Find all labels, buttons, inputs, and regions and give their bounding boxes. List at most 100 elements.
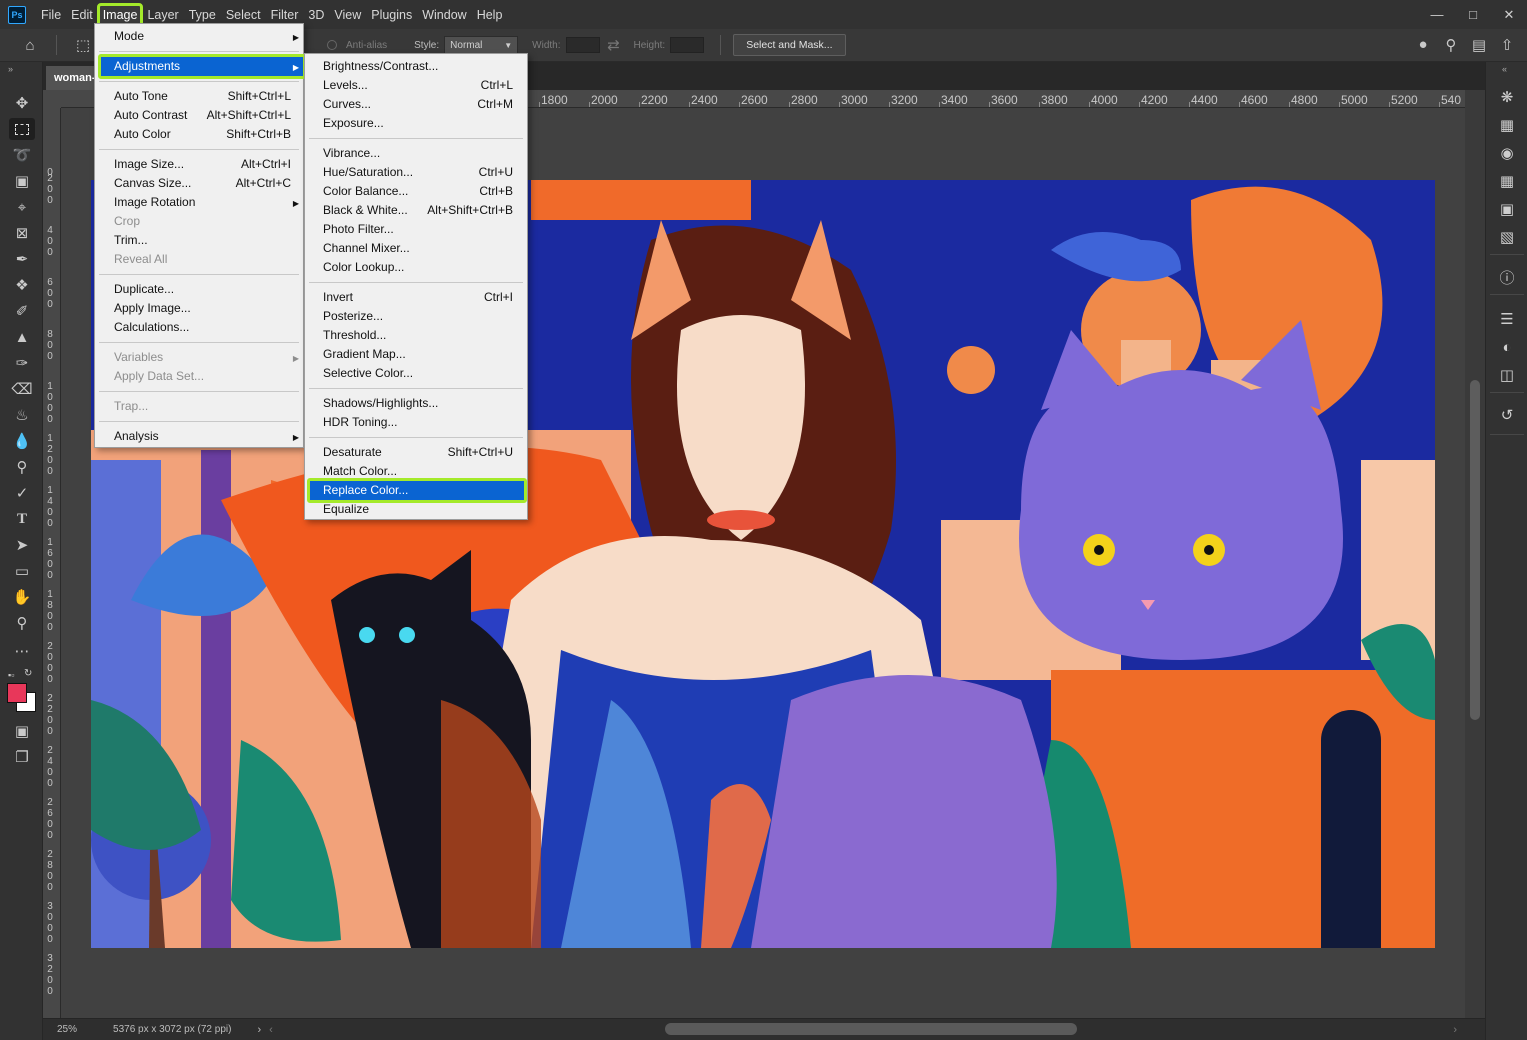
paint-bucket-tool-icon[interactable]: ♨ (9, 404, 35, 426)
menu-item-image-size[interactable]: Image Size... Alt+Ctrl+I (95, 155, 305, 174)
menu-item-brightness-contrast[interactable]: Brightness/Contrast... (305, 57, 529, 76)
scroll-right-icon[interactable]: › (1453, 1024, 1457, 1036)
search-icon[interactable]: ⚲ (1437, 36, 1465, 54)
menu-item-apply-image[interactable]: Apply Image... (95, 299, 305, 318)
select-and-mask-button[interactable]: Select and Mask... (733, 34, 846, 56)
marquee-tool-icon[interactable] (9, 118, 35, 140)
brush-tool-icon[interactable]: ✐ (9, 300, 35, 322)
menu-plugins[interactable]: Plugins (366, 4, 417, 26)
menu-item-color-balance[interactable]: Color Balance... Ctrl+B (305, 182, 529, 201)
history-brush-tool-icon[interactable]: ✑ (9, 352, 35, 374)
menu-item-levels[interactable]: Levels... Ctrl+L (305, 76, 529, 95)
eyedropper-tool-icon[interactable]: ✒ (9, 248, 35, 270)
chevron-right-icon[interactable]: › (257, 1024, 261, 1036)
menu-edit[interactable]: Edit (66, 4, 98, 26)
menu-item-replace-color[interactable]: Replace Color... (305, 481, 529, 500)
menu-item-image-rotation[interactable]: Image Rotation ▶ (95, 193, 305, 212)
menu-item-mode[interactable]: Mode ▶ (95, 27, 305, 46)
maximize-icon[interactable]: □ (1455, 4, 1491, 26)
menu-item-exposure[interactable]: Exposure... (305, 114, 529, 133)
zoom-tool-icon[interactable]: ⚲ (9, 612, 35, 634)
menu-item-hdr-toning[interactable]: HDR Toning... (305, 413, 529, 432)
menu-item-trim[interactable]: Trim... (95, 231, 305, 250)
type-tool-icon[interactable]: T (9, 508, 35, 530)
menu-item-duplicate[interactable]: Duplicate... (95, 280, 305, 299)
menu-item-photo-filter[interactable]: Photo Filter... (305, 220, 529, 239)
history-icon[interactable]: ↺ (1494, 404, 1520, 426)
layers-icon[interactable]: ◫ (1494, 364, 1520, 386)
foreground-color-swatch[interactable] (7, 683, 27, 703)
menu-item-curves[interactable]: Curves... Ctrl+M (305, 95, 529, 114)
style-select[interactable]: Normal ▼ (444, 36, 519, 54)
menu-item-threshold[interactable]: Threshold... (305, 326, 529, 345)
menu-item-analysis[interactable]: Analysis ▶ (95, 427, 305, 446)
menu-item-canvas-size[interactable]: Canvas Size... Alt+Ctrl+C (95, 174, 305, 193)
eraser-tool-icon[interactable]: ⌫ (9, 378, 35, 400)
menu-view[interactable]: View (329, 4, 366, 26)
minimize-icon[interactable]: — (1419, 4, 1455, 26)
ruler-origin[interactable] (43, 90, 61, 108)
swap-colors-icon[interactable]: ↻ (24, 668, 32, 679)
menu-item-channel-mixer[interactable]: Channel Mixer... (305, 239, 529, 258)
menu-item-shadows-highlights[interactable]: Shadows/Highlights... (305, 394, 529, 413)
adjustments-icon[interactable]: ◐ (1494, 336, 1520, 358)
menu-item-adjustments[interactable]: Adjustments ▶ (95, 57, 305, 76)
menu-window[interactable]: Window (417, 4, 471, 26)
menu-help[interactable]: Help (472, 4, 508, 26)
color-panel-icon[interactable]: ❋ (1494, 86, 1520, 108)
collapse-icon[interactable]: » (8, 64, 13, 74)
histogram-icon[interactable]: ▦ (1494, 114, 1520, 136)
swatches-icon[interactable]: ◉ (1494, 142, 1520, 164)
path-selection-tool-icon[interactable]: ➤ (9, 534, 35, 556)
lasso-tool-icon[interactable]: ➰ (9, 144, 35, 166)
frame-tool-icon[interactable]: ⊠ (9, 222, 35, 244)
menu-file[interactable]: File (36, 4, 66, 26)
menu-item-color-lookup[interactable]: Color Lookup... (305, 258, 529, 277)
menu-item-auto-color[interactable]: Auto Color Shift+Ctrl+B (95, 125, 305, 144)
menu-item-vibrance[interactable]: Vibrance... (305, 144, 529, 163)
patterns-icon[interactable]: ▦ (1494, 170, 1520, 192)
workspace-icon[interactable]: ▤ (1465, 36, 1493, 54)
height-input[interactable] (670, 37, 705, 53)
zoom-level[interactable]: 25% (57, 1024, 77, 1035)
menu-item-posterize[interactable]: Posterize... (305, 307, 529, 326)
scroll-left-icon[interactable]: ‹ (269, 1024, 273, 1036)
width-input[interactable] (565, 37, 600, 53)
rectangle-tool-icon[interactable]: ▭ (9, 560, 35, 582)
menu-item-calculations[interactable]: Calculations... (95, 318, 305, 337)
hand-tool-icon[interactable]: ✋ (9, 586, 35, 608)
vertical-scrollbar[interactable] (1465, 90, 1485, 1018)
anti-alias-checkbox[interactable] (327, 40, 337, 50)
blur-tool-icon[interactable]: 💧 (9, 430, 35, 452)
healing-brush-tool-icon[interactable]: ❖ (9, 274, 35, 296)
rectangular-marquee-icon[interactable]: ⬚ (69, 36, 97, 54)
horizontal-scrollbar-thumb[interactable] (665, 1023, 1077, 1035)
menu-3d[interactable]: 3D (303, 4, 329, 26)
menu-item-invert[interactable]: Invert Ctrl+I (305, 288, 529, 307)
pen-tool-icon[interactable]: ✓ (9, 482, 35, 504)
vertical-scrollbar-thumb[interactable] (1470, 380, 1480, 720)
user-icon[interactable]: ● (1409, 36, 1437, 54)
properties-icon[interactable]: ☰ (1494, 308, 1520, 330)
menu-item-hue-saturation[interactable]: Hue/Saturation... Ctrl+U (305, 163, 529, 182)
menu-item-desaturate[interactable]: Desaturate Shift+Ctrl+U (305, 443, 529, 462)
menu-item-equalize[interactable]: Equalize (305, 500, 529, 519)
libraries-icon[interactable]: ▧ (1494, 226, 1520, 248)
more-tools-icon[interactable]: ⋯ (9, 640, 35, 662)
menu-item-black-white[interactable]: Black & White... Alt+Shift+Ctrl+B (305, 201, 529, 220)
menu-item-selective-color[interactable]: Selective Color... (305, 364, 529, 383)
menu-item-gradient-map[interactable]: Gradient Map... (305, 345, 529, 364)
gradients-icon[interactable]: ▣ (1494, 198, 1520, 220)
move-tool-icon[interactable]: ✥ (9, 92, 35, 114)
collapse-icon[interactable]: « (1502, 64, 1507, 74)
swap-icon[interactable]: ⇄ (600, 36, 628, 54)
quick-mask-icon[interactable]: ▣ (9, 720, 35, 742)
crop-tool-icon[interactable]: ⌖ (9, 196, 35, 218)
menu-item-auto-tone[interactable]: Auto Tone Shift+Ctrl+L (95, 87, 305, 106)
info-icon[interactable]: ⓘ (1494, 266, 1520, 288)
menu-item-auto-contrast[interactable]: Auto Contrast Alt+Shift+Ctrl+L (95, 106, 305, 125)
dodge-tool-icon[interactable]: ⚲ (9, 456, 35, 478)
home-icon[interactable]: ⌂ (16, 37, 44, 54)
screen-mode-icon[interactable]: ❐ (9, 746, 35, 768)
default-colors-icon[interactable]: ▪▫ (8, 670, 14, 680)
